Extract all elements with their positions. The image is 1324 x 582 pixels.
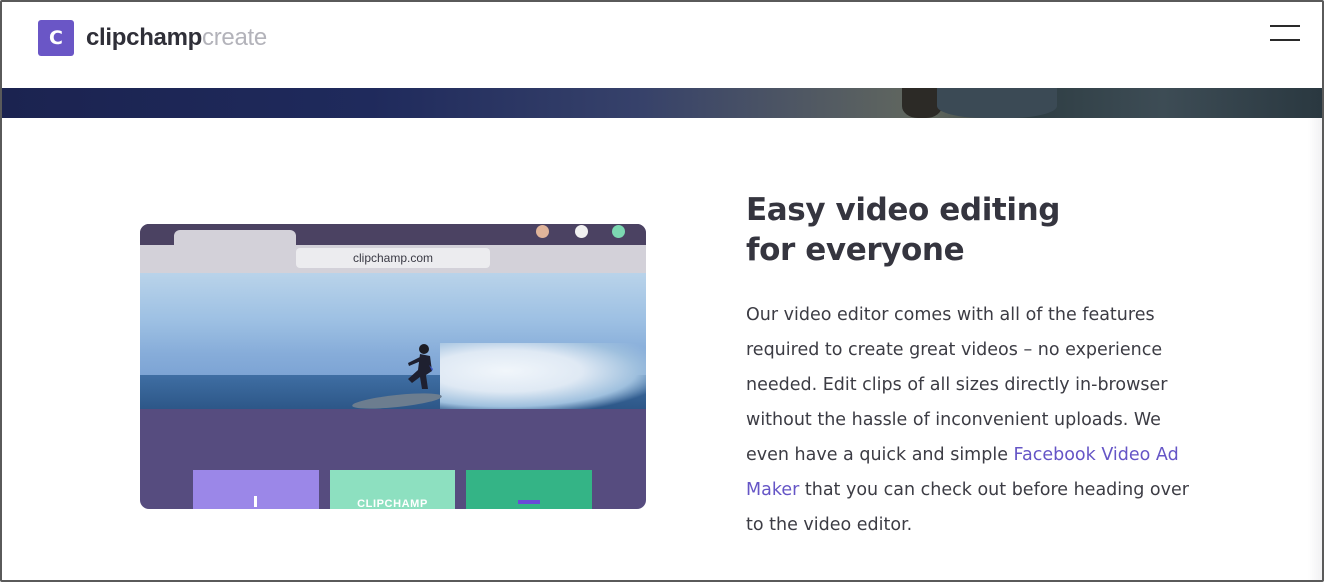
editor-panel-green: [466, 470, 592, 509]
address-bar: clipchamp.com: [296, 248, 490, 268]
surfer-video-frame: [140, 273, 646, 409]
browser-toolbar: clipchamp.com: [140, 245, 646, 273]
browser-illustration: clipchamp.com CLIPCHAMP: [140, 224, 646, 509]
browser-titlebar: [140, 224, 646, 248]
logo-badge: C: [38, 20, 74, 56]
description-text: that you can check out before heading ov…: [746, 480, 1189, 535]
scrollbar-gutter: [1308, 118, 1322, 580]
editor-panel-mint: CLIPCHAMP: [330, 470, 455, 509]
panel-label: CLIPCHAMP: [357, 498, 428, 509]
window-dot-icon: [612, 225, 625, 238]
heading-line: Easy video editing: [746, 192, 1061, 228]
surfer-figure: [408, 344, 433, 389]
site-header: C clipchampcreate: [2, 2, 1322, 88]
editor-panel-purple: [193, 470, 319, 509]
heading-line: for everyone: [746, 232, 965, 268]
hamburger-icon[interactable]: [1270, 24, 1302, 46]
description-text: Our video editor comes with all of the f…: [746, 305, 1168, 465]
editor-panels: CLIPCHAMP: [140, 409, 646, 509]
section-heading: Easy video editing for everyone: [746, 190, 1166, 270]
hero-image-detail: [902, 88, 942, 118]
hamburger-line: [1270, 39, 1300, 41]
window-dot-icon: [575, 225, 588, 238]
logo-wordmark: clipchampcreate: [86, 24, 267, 52]
bar-mark: [518, 500, 540, 504]
page-frame: C clipchampcreate clipchamp.com CLIPCHAM…: [0, 0, 1324, 582]
logo-link[interactable]: C clipchampcreate: [38, 20, 267, 56]
hamburger-line: [1270, 25, 1300, 27]
cursor-mark: [254, 496, 257, 507]
hero-image-detail: [937, 88, 1057, 118]
wave: [440, 343, 646, 409]
logo-main-text: clipchamp: [86, 24, 202, 51]
hero-image-strip: [2, 88, 1322, 118]
window-dot-icon: [536, 225, 549, 238]
section-description: Our video editor comes with all of the f…: [746, 298, 1206, 543]
logo-sub-text: create: [202, 24, 267, 51]
